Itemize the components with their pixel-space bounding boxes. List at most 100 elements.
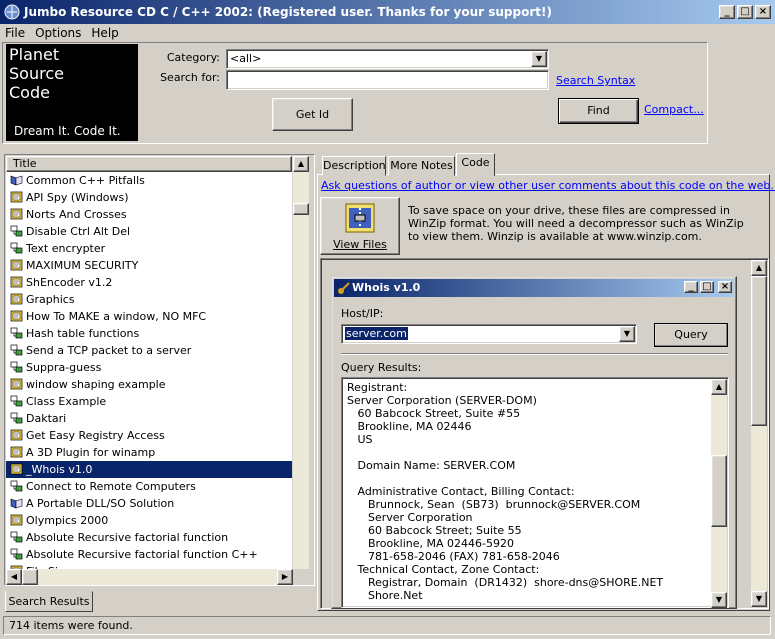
- list-item[interactable]: Daktari: [6, 410, 292, 427]
- list-item-label: Hash table functions: [26, 327, 140, 340]
- whois-key-icon: [338, 282, 350, 294]
- ask-questions-link[interactable]: Ask questions of author or view other us…: [321, 179, 775, 192]
- list-item[interactable]: Get Easy Registry Access: [6, 427, 292, 444]
- tree-icon: [10, 225, 23, 237]
- tree-icon: [10, 344, 23, 356]
- list-item-label: window shaping example: [26, 378, 166, 391]
- preview-scroll-down-icon[interactable]: ▼: [751, 591, 767, 607]
- compress-note: To save space on your drive, these files…: [408, 204, 744, 243]
- scroll-up-icon[interactable]: ▲: [293, 156, 309, 172]
- list-item[interactable]: Absolute Recursive factorial function C+…: [6, 546, 292, 563]
- preview-scroll-thumb[interactable]: [751, 276, 767, 426]
- list-item[interactable]: Send a TCP packet to a server: [6, 342, 292, 359]
- list-item[interactable]: API Spy (Windows): [6, 189, 292, 206]
- compact-link[interactable]: Compact...: [644, 103, 704, 116]
- chevron-down-icon[interactable]: ▼: [531, 51, 547, 67]
- list-item[interactable]: Suppra-guess: [6, 359, 292, 376]
- code-icon: [10, 446, 23, 458]
- find-button[interactable]: Find: [558, 98, 639, 124]
- list-item[interactable]: Graphics: [6, 291, 292, 308]
- list-item[interactable]: Text encrypter: [6, 240, 292, 257]
- whois-minimize-button[interactable]: _: [684, 281, 698, 293]
- tab-more-notes[interactable]: More Notes: [388, 156, 455, 176]
- tree-icon: [10, 395, 23, 407]
- list-item-label: Disable Ctrl Alt Del: [26, 225, 131, 238]
- list-item-label: Olympics 2000: [26, 514, 109, 527]
- scroll-thumb[interactable]: [293, 203, 309, 215]
- preview-scroll-up-icon[interactable]: ▲: [751, 260, 767, 276]
- result-line: Server Corporation: [347, 511, 473, 524]
- list-item[interactable]: Disable Ctrl Alt Del: [6, 223, 292, 240]
- query-results-box[interactable]: Registrant: Server Corporation (SERVER-DO…: [341, 377, 729, 608]
- search-input[interactable]: [226, 70, 549, 90]
- result-line: [347, 472, 728, 485]
- scroll-right-icon[interactable]: ▶: [277, 569, 293, 585]
- app-icon: [4, 4, 20, 20]
- list-item-label: Connect to Remote Computers: [26, 480, 196, 493]
- whois-title: Whois v1.0: [352, 281, 421, 294]
- logo-tagline: Dream It. Code It.: [14, 124, 121, 138]
- list-item[interactable]: A 3D Plugin for winamp: [6, 444, 292, 461]
- tree-icon: [10, 327, 23, 339]
- close-button[interactable]: ×: [755, 5, 771, 19]
- window-titlebar: Jumbo Resource CD C / C++ 2002: (Registe…: [0, 0, 775, 24]
- whois-close-button[interactable]: ×: [718, 281, 732, 293]
- code-icon: [10, 276, 23, 288]
- results-scroll-down-icon[interactable]: ▼: [711, 592, 727, 608]
- tree-icon: [10, 531, 23, 543]
- list-item[interactable]: How To MAKE a window, NO MFC: [6, 308, 292, 325]
- result-line: Registrant:: [347, 381, 408, 394]
- list-item[interactable]: Common C++ Pitfalls: [6, 172, 292, 189]
- list-item-label: ShEncoder v1.2: [26, 276, 113, 289]
- menu-options[interactable]: Options: [30, 24, 86, 42]
- get-id-button[interactable]: Get Id: [272, 98, 353, 131]
- host-input[interactable]: server.com: [341, 324, 637, 344]
- host-label: Host/IP:: [341, 307, 384, 320]
- list-item-label: Suppra-guess: [26, 361, 102, 374]
- book-icon: [10, 498, 23, 509]
- code-icon: [10, 310, 23, 322]
- winzip-icon: [345, 203, 375, 233]
- category-label: Category:: [166, 51, 220, 64]
- list-vertical-scrollbar[interactable]: [293, 156, 309, 569]
- result-line: Shore.Net: [347, 589, 423, 602]
- result-line: Domain Name: SERVER.COM: [347, 459, 516, 472]
- results-scroll-up-icon[interactable]: ▲: [711, 379, 727, 395]
- h-scroll-thumb[interactable]: [22, 569, 38, 585]
- menu-help[interactable]: Help: [86, 24, 123, 42]
- tab-code[interactable]: Code: [456, 153, 495, 176]
- minimize-button[interactable]: _: [719, 5, 735, 19]
- tab-search-results[interactable]: Search Results: [5, 591, 93, 612]
- maximize-button[interactable]: □: [737, 5, 753, 19]
- list-item[interactable]: Absolute Recursive factorial function: [6, 529, 292, 546]
- list-item[interactable]: Connect to Remote Computers: [6, 478, 292, 495]
- list-item[interactable]: Class Example: [6, 393, 292, 410]
- list-item[interactable]: A Portable DLL/SO Solution: [6, 495, 292, 512]
- list-item[interactable]: MAXIMUM SECURITY: [6, 257, 292, 274]
- list-item[interactable]: window shaping example: [6, 376, 292, 393]
- menu-bar: File Options Help: [0, 24, 775, 42]
- separator: [341, 353, 728, 355]
- list-horizontal-scrollbar[interactable]: [6, 569, 293, 585]
- results-scroll-thumb[interactable]: [711, 455, 727, 527]
- list-item[interactable]: _Whois v1.0: [6, 461, 292, 478]
- whois-titlebar: Whois v1.0: [334, 279, 734, 297]
- scroll-left-icon[interactable]: ◀: [6, 569, 22, 585]
- list-item[interactable]: ShEncoder v1.2: [6, 274, 292, 291]
- list-item-label: Norts And Crosses: [26, 208, 127, 221]
- host-chevron-down-icon[interactable]: ▼: [619, 326, 635, 342]
- query-button[interactable]: Query: [654, 323, 728, 347]
- menu-file[interactable]: File: [0, 24, 30, 42]
- view-files-button[interactable]: View Files: [320, 197, 400, 255]
- list-item[interactable]: Norts And Crosses: [6, 206, 292, 223]
- logo-line2: Source: [9, 64, 64, 83]
- list-item[interactable]: Olympics 2000: [6, 512, 292, 529]
- search-syntax-link[interactable]: Search Syntax: [556, 74, 635, 87]
- result-line: Administrative Contact, Billing Contact:: [347, 485, 575, 498]
- category-select[interactable]: <all>: [226, 49, 549, 69]
- whois-maximize-button[interactable]: □: [700, 281, 714, 293]
- code-icon: [10, 208, 23, 220]
- list-item[interactable]: Hash table functions: [6, 325, 292, 342]
- tab-description[interactable]: Description: [322, 156, 386, 176]
- list-header-title[interactable]: Title: [6, 156, 292, 172]
